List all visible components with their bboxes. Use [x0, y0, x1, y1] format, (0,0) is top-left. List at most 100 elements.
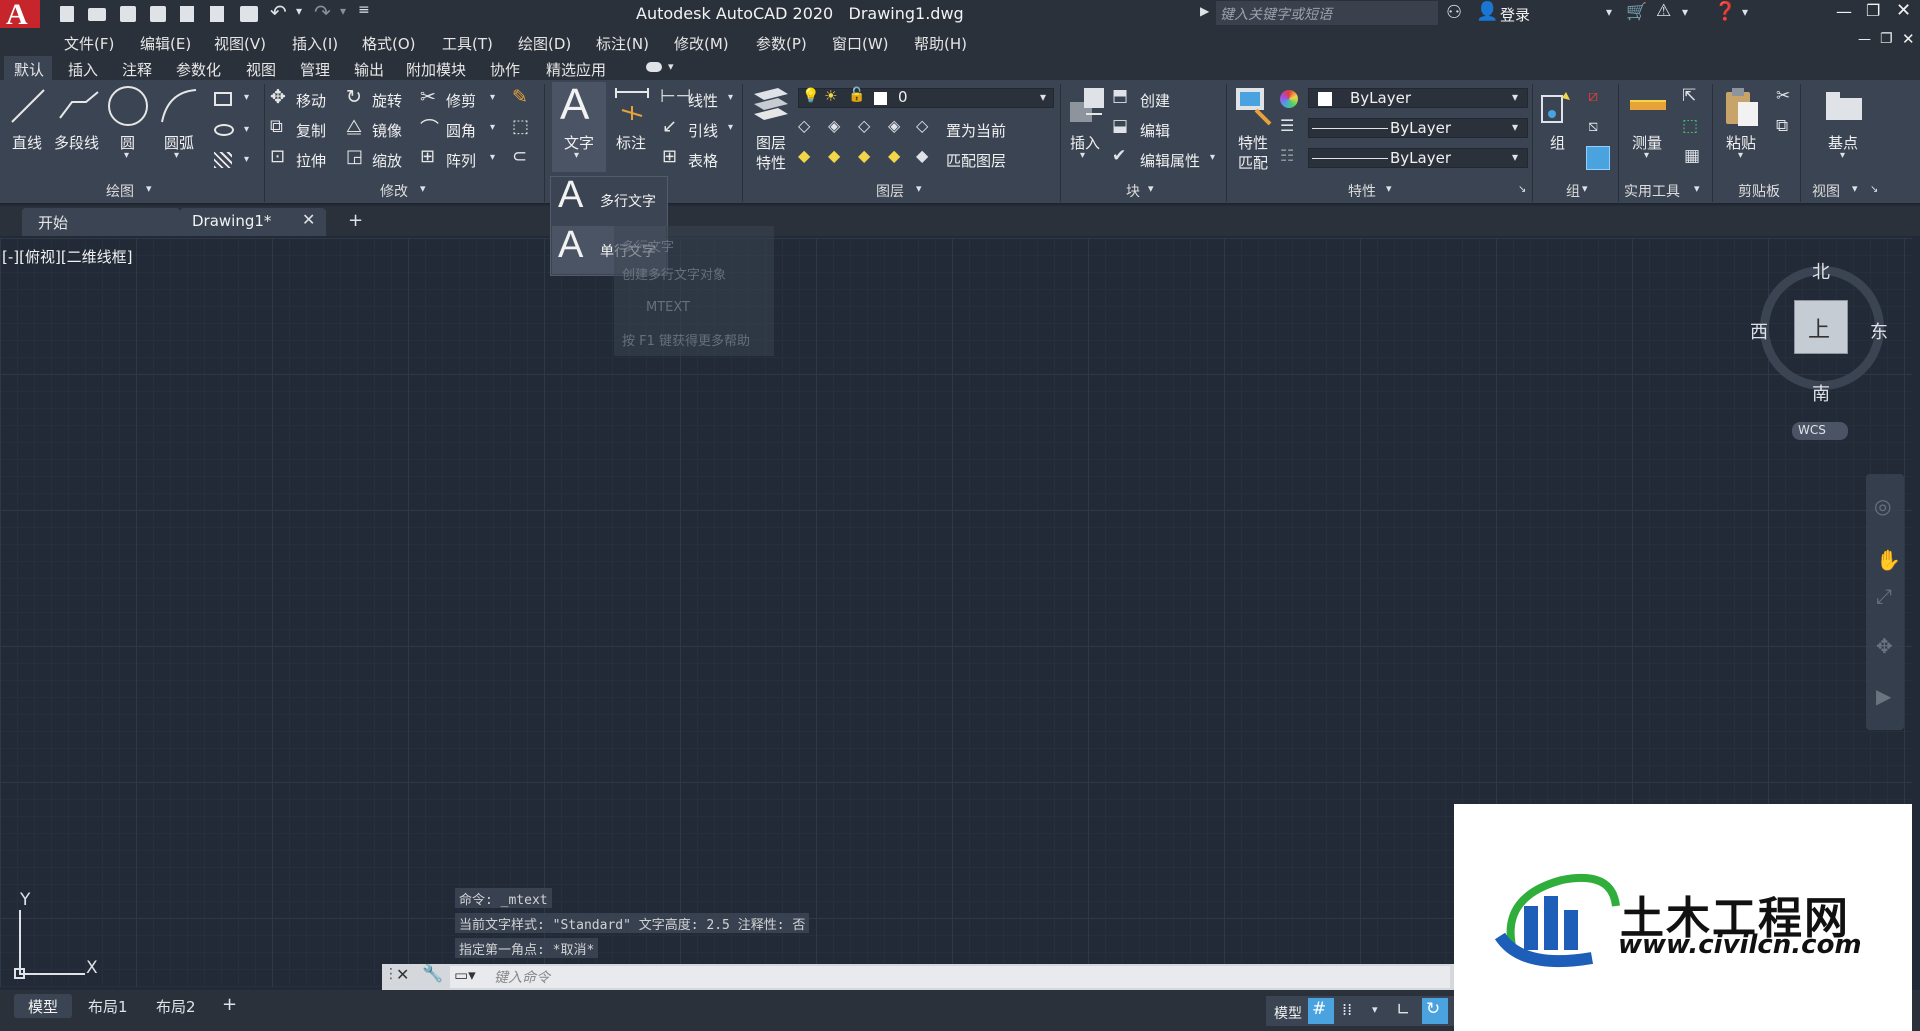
paste-dropdown-icon[interactable]: ▾	[1738, 150, 1743, 161]
login-dropdown-icon[interactable]: ▾	[1606, 5, 1612, 19]
linear-dropdown-icon[interactable]: ▾	[728, 92, 733, 103]
layer-properties-icon[interactable]	[748, 84, 792, 128]
view-panel-expand-icon[interactable]: ▾	[1852, 182, 1858, 195]
view-panel-label[interactable]: 视图	[1812, 181, 1840, 201]
paste-icon[interactable]	[1722, 84, 1762, 130]
arc-dropdown-icon[interactable]: ▾	[174, 150, 179, 161]
view-panel-launcher-icon[interactable]: ↘	[1870, 184, 1878, 195]
save-icon[interactable]	[120, 6, 136, 22]
line-button[interactable]: 直线	[12, 132, 42, 153]
tab-layout1[interactable]: 布局1	[88, 996, 128, 1017]
search-expand-icon[interactable]: ▶	[1200, 4, 1209, 18]
arc-icon[interactable]	[158, 86, 200, 126]
base-point-icon[interactable]	[1822, 88, 1866, 124]
scale-button[interactable]: 缩放	[372, 150, 402, 171]
move-icon[interactable]: ✥	[270, 86, 286, 108]
menu-parametric[interactable]: 参数(P)	[756, 33, 807, 54]
redo-dropdown-icon[interactable]: ▾	[340, 4, 346, 18]
help-dropdown-icon[interactable]: ▾	[1742, 5, 1748, 19]
base-dropdown-icon[interactable]: ▾	[1840, 150, 1845, 161]
ortho-icon[interactable]: ∟	[1396, 1000, 1410, 1020]
viewcube-south[interactable]: 南	[1812, 380, 1830, 406]
tab-view[interactable]: 视图	[246, 59, 276, 80]
viewcube-west[interactable]: 西	[1750, 318, 1768, 344]
layer-dropdown-arrow-icon[interactable]: ▾	[1040, 90, 1046, 104]
match-properties-label-1[interactable]: 特性	[1238, 132, 1268, 153]
layer-tool-2-icon[interactable]: ◈	[828, 116, 840, 135]
edit-block-icon[interactable]: ⬓	[1112, 116, 1128, 136]
fillet-dropdown-icon[interactable]: ▾	[490, 122, 495, 133]
group-edit-icon[interactable]: ⧅	[1588, 116, 1598, 136]
rotate-icon[interactable]: ↻	[346, 86, 362, 108]
create-block-button[interactable]: 创建	[1140, 90, 1170, 111]
calculator-icon[interactable]: ▦	[1684, 146, 1700, 166]
linetype-dropdown-arrow-icon[interactable]: ▾	[1512, 150, 1518, 164]
layer-tool-3-icon[interactable]: ◇	[858, 116, 870, 135]
menu-file[interactable]: 文件(F)	[64, 33, 114, 54]
menu-draw[interactable]: 绘图(D)	[518, 33, 571, 54]
ungroup-icon[interactable]: ⧄	[1588, 86, 1598, 106]
block-panel-label[interactable]: 块	[1126, 181, 1140, 201]
menu-tools[interactable]: 工具(T)	[442, 33, 493, 54]
offset-icon[interactable]: ⊂	[512, 146, 527, 167]
line-icon[interactable]	[8, 86, 48, 126]
group-button[interactable]: 组	[1550, 132, 1565, 153]
undo-icon[interactable]: ↶	[270, 0, 287, 24]
snap-dropdown-icon[interactable]: ▾	[1372, 1003, 1378, 1016]
command-input[interactable]	[450, 966, 1450, 988]
command-close-icon[interactable]: ✕	[396, 965, 409, 984]
utilities-panel-label[interactable]: 实用工具	[1624, 181, 1680, 201]
copy-icon[interactable]: ⧉	[270, 116, 283, 137]
select-all-icon[interactable]: ⬚	[1682, 116, 1698, 136]
circle-dropdown-icon[interactable]: ▾	[124, 150, 129, 161]
viewcube-east[interactable]: 东	[1870, 318, 1888, 344]
tab-default[interactable]: 默认	[14, 59, 44, 80]
copy-button[interactable]: 复制	[296, 120, 326, 141]
minimize-icon[interactable]: —	[1836, 2, 1852, 21]
utilities-panel-expand-icon[interactable]: ▾	[1694, 182, 1700, 195]
export-icon[interactable]	[210, 6, 224, 22]
modify-panel-expand-icon[interactable]: ▾	[420, 182, 426, 195]
color-wheel-icon[interactable]	[1280, 90, 1298, 108]
steering-wheel-icon[interactable]: ◎	[1874, 494, 1891, 518]
explode-icon[interactable]: ⬚	[512, 116, 529, 137]
group-selection-button[interactable]	[1586, 146, 1610, 170]
orbit-icon[interactable]: ✥	[1876, 634, 1893, 658]
linear-button[interactable]: 线性	[688, 90, 718, 111]
command-customize-icon[interactable]: 🔧	[422, 964, 443, 984]
ribbon-state-dropdown-icon[interactable]: ▾	[668, 60, 674, 73]
groups-panel-label[interactable]: 组	[1566, 181, 1580, 201]
menu-help[interactable]: 帮助(H)	[914, 33, 967, 54]
copy-clip-icon[interactable]: ⧉	[1776, 116, 1788, 136]
viewport-controls[interactable]: [-][俯视][二维线框]	[2, 246, 133, 267]
add-layout-icon[interactable]: +	[222, 994, 237, 1015]
publish-icon[interactable]	[180, 6, 194, 22]
match-properties-icon[interactable]	[1232, 84, 1276, 128]
layers-panel-expand-icon[interactable]: ▾	[916, 182, 922, 195]
binoculars-icon[interactable]: ⚇	[1446, 2, 1462, 23]
close-icon[interactable]: ✕	[1896, 0, 1911, 21]
draw-panel-expand-icon[interactable]: ▾	[146, 182, 152, 195]
properties-dialog-launcher-icon[interactable]: ↘	[1518, 184, 1526, 195]
modify-panel-label[interactable]: 修改	[380, 181, 408, 201]
a360-icon[interactable]: ⚠	[1656, 1, 1671, 21]
text-dropdown-icon[interactable]: ▾	[574, 150, 579, 161]
edit-attributes-icon[interactable]: ✔	[1112, 146, 1126, 166]
trim-button[interactable]: 修剪	[446, 90, 476, 111]
user-icon[interactable]: 👤	[1476, 1, 1498, 22]
mirror-button[interactable]: 镜像	[372, 120, 402, 141]
scale-icon[interactable]: ◲	[346, 146, 363, 167]
layer-properties-label-1[interactable]: 图层	[756, 132, 786, 153]
doc-minimize-icon[interactable]: —	[1858, 32, 1871, 47]
tab-addins[interactable]: 附加模块	[406, 59, 466, 80]
layer-properties-label-2[interactable]: 特性	[756, 152, 786, 173]
leader-dropdown-icon[interactable]: ▾	[728, 122, 733, 133]
rectangle-icon[interactable]	[214, 92, 232, 106]
groups-panel-expand-icon[interactable]: ▾	[1582, 182, 1588, 195]
layer-tool-7-icon[interactable]: ◆	[858, 146, 870, 165]
menu-modify[interactable]: 修改(M)	[674, 33, 729, 54]
showmotion-icon[interactable]: ▶	[1876, 684, 1891, 708]
layer-tool-6-icon[interactable]: ◆	[828, 146, 840, 165]
fillet-button[interactable]: 圆角	[446, 120, 476, 141]
tab-featured-apps[interactable]: 精选应用	[546, 59, 606, 80]
